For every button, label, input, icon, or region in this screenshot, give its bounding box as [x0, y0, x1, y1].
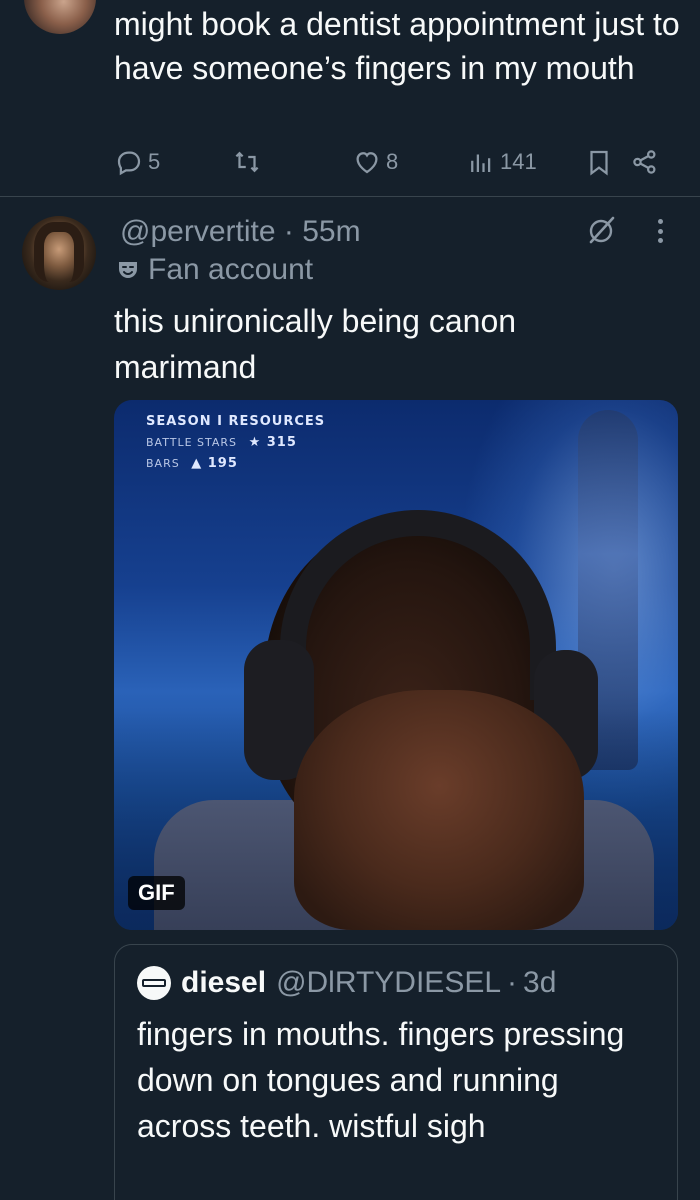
analytics-icon — [471, 154, 491, 172]
reply-icon — [117, 151, 141, 176]
hud-stars-label: BATTLE STARS — [146, 436, 238, 449]
previous-tweet-actions: 5 8 141 — [114, 144, 674, 180]
bookmark-icon — [590, 150, 608, 176]
gif-badge: GIF — [128, 876, 185, 910]
reply-button[interactable]: 5 — [114, 144, 160, 180]
grok-icon[interactable] — [586, 214, 618, 246]
game-hud: SEASON I RESOURCES BATTLE STARS ★ 315 BA… — [146, 414, 325, 477]
like-count: 8 — [386, 149, 399, 174]
gif-media[interactable]: SEASON I RESOURCES BATTLE STARS ★ 315 BA… — [114, 400, 678, 930]
repost-icon — [235, 151, 259, 173]
quoted-author-handle: @DlRTYDIESEL — [276, 966, 502, 999]
repost-button[interactable] — [232, 144, 262, 180]
timeline: might book a dentist appointment just to… — [0, 0, 700, 1200]
hands-over-face — [294, 690, 584, 930]
bars-icon: ▲ — [191, 456, 208, 471]
quoted-separator: · — [507, 966, 518, 999]
quoted-tweet-header: diesel @DlRTYDIESEL · 3d — [137, 963, 556, 1003]
hud-stars-value: 315 — [266, 435, 297, 450]
quoted-author-avatar — [137, 966, 171, 1000]
mask-icon — [119, 262, 137, 278]
bookmark-button[interactable] — [584, 144, 614, 180]
share-button[interactable] — [630, 144, 660, 180]
view-count: 141 — [500, 149, 537, 174]
hud-bars-value: 195 — [207, 456, 238, 471]
reply-count: 5 — [148, 149, 161, 174]
like-button[interactable]: 8 — [352, 144, 398, 180]
badge-label: Fan account — [148, 253, 314, 286]
quoted-tweet-time: 3d — [523, 966, 557, 999]
tweet-divider — [0, 196, 700, 197]
header-separator: · — [283, 215, 294, 248]
views-button[interactable]: 141 — [466, 144, 537, 180]
star-icon: ★ — [248, 435, 267, 450]
more-options-icon[interactable] — [650, 214, 670, 248]
fan-account-badge: Fan account — [116, 252, 313, 288]
hud-title: SEASON I RESOURCES — [146, 414, 326, 429]
heart-icon — [356, 152, 378, 174]
tweet-text-line1: this unironically being canon — [114, 303, 517, 339]
quoted-tweet-text: fingers in mouths. fingers pressing down… — [137, 1016, 625, 1144]
avatar-hair — [34, 222, 84, 282]
share-icon — [633, 150, 656, 174]
previous-tweet-text: might book a dentist appointment just to… — [114, 6, 680, 86]
author-handle[interactable]: @pervertite — [120, 215, 276, 248]
quoted-author-name: diesel — [181, 966, 267, 999]
previous-tweet-avatar[interactable] — [24, 0, 96, 34]
tweet-header: @pervertite · 55m — [120, 212, 361, 252]
tweet-time[interactable]: 55m — [302, 215, 360, 248]
author-avatar[interactable] — [22, 216, 96, 290]
quoted-tweet[interactable]: diesel @DlRTYDIESEL · 3d fingers in mout… — [114, 944, 678, 1200]
hud-row-stars: BATTLE STARS ★ 315 — [146, 435, 325, 450]
tweet-text-line2: marimand — [114, 349, 257, 385]
hud-bars-label: BARS — [146, 457, 180, 470]
tweet-text: this unironically being canon marimand — [114, 298, 674, 390]
hud-row-bars: BARS ▲ 195 — [146, 456, 325, 471]
